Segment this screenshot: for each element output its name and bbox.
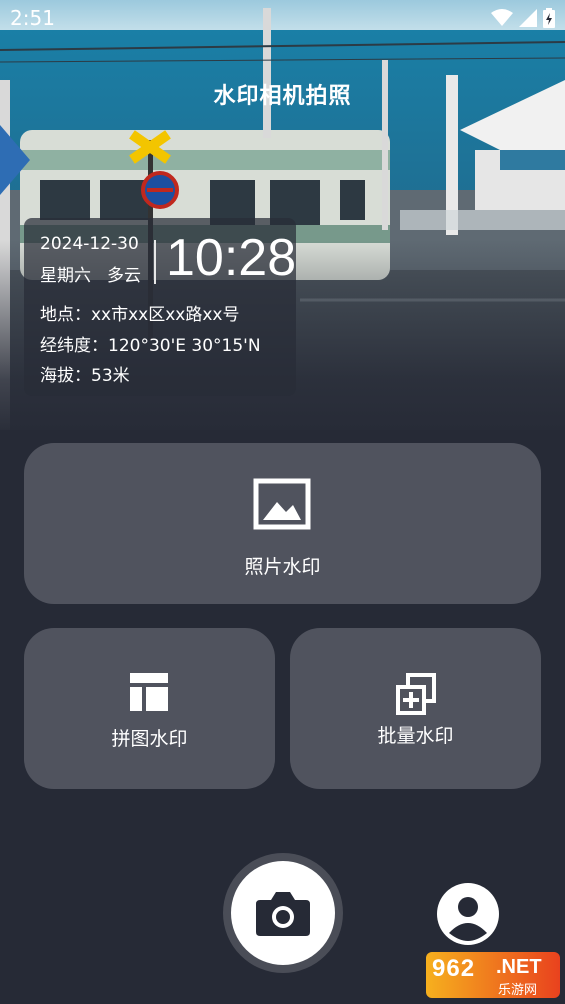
collage-watermark-button[interactable]: 拼图水印	[24, 628, 275, 789]
batch-watermark-label: 批量水印	[377, 725, 454, 747]
status-bar: 2:51	[0, 0, 565, 36]
watermark-date: 2024-12-30	[40, 234, 139, 254]
add-layers-icon	[396, 673, 436, 719]
photo-watermark-button[interactable]: 照片水印	[24, 443, 541, 604]
wifi-icon	[491, 9, 513, 31]
watermark-coordinates: 经纬度：120°30'E 30°15'N	[40, 336, 261, 356]
watermark-preview-card: 2024-12-30 星期六 多云 10:28 地点：xx市xx区xx路xx号 …	[24, 218, 296, 396]
watermark-location: 地点：xx市xx区xx路xx号	[40, 305, 240, 325]
site-watermark-badge: 962 .NET 乐游网	[426, 952, 560, 998]
watermark-weather: 多云	[107, 266, 141, 286]
photo-watermark-label: 照片水印	[244, 556, 321, 578]
page-title: 水印相机拍照	[213, 84, 352, 109]
collage-watermark-label: 拼图水印	[111, 728, 188, 750]
camera-icon	[256, 888, 310, 940]
camera-shutter-button[interactable]	[231, 861, 335, 965]
watermark-altitude: 海拔：53米	[40, 366, 130, 386]
profile-button[interactable]	[437, 883, 499, 945]
collage-layout-icon	[130, 673, 168, 715]
status-time: 2:51	[10, 6, 55, 30]
badge-number: 962	[432, 955, 476, 982]
badge-suffix: .NET	[496, 956, 542, 978]
user-icon	[437, 883, 499, 945]
image-icon	[253, 478, 311, 534]
watermark-divider	[154, 240, 156, 284]
watermark-time: 10:28	[166, 229, 297, 287]
battery-charging-icon	[543, 8, 555, 32]
batch-watermark-button[interactable]: 批量水印	[290, 628, 541, 789]
cellular-signal-icon	[519, 9, 537, 31]
badge-site-name: 乐游网	[498, 983, 538, 998]
watermark-weekday: 星期六	[40, 266, 91, 286]
